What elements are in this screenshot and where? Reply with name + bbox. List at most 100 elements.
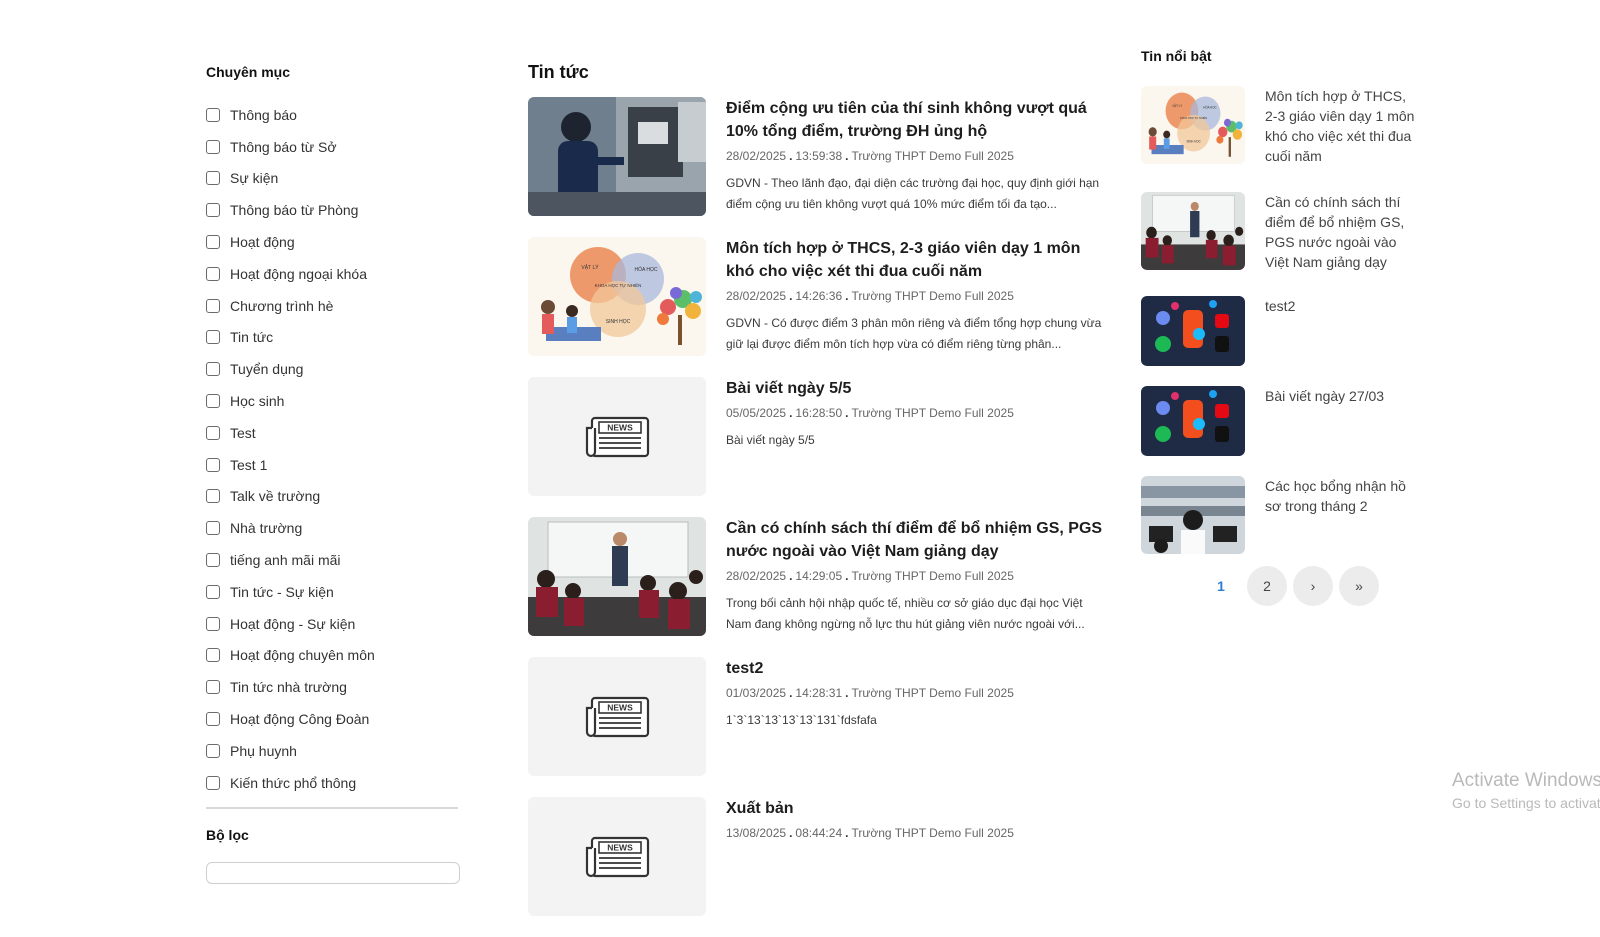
meta-separator: . [789, 569, 793, 583]
category-checkbox[interactable] [206, 425, 220, 440]
filter-input[interactable] [206, 861, 460, 884]
category-checkbox[interactable] [206, 489, 220, 504]
category-item[interactable]: Thông báo [206, 99, 460, 131]
category-item[interactable]: Talk về trường [206, 481, 460, 513]
category-item[interactable]: Tin tức nhà trường [206, 671, 460, 703]
category-item[interactable]: Thông báo từ Sở [206, 131, 460, 163]
category-checkbox[interactable] [206, 203, 220, 218]
news-title[interactable]: Xuất bản [726, 797, 1108, 820]
featured-title[interactable]: test2 [1265, 296, 1421, 366]
featured-thumbnail[interactable] [1141, 192, 1245, 270]
news-thumbnail-placeholder[interactable]: NEWS [528, 657, 706, 776]
category-checkbox[interactable] [206, 107, 220, 122]
category-label: Hoạt động - Sự kiện [230, 615, 356, 632]
category-item[interactable]: Tin tức [206, 322, 460, 354]
category-item[interactable]: Hoạt động ngoại khóa [206, 258, 460, 290]
category-checkbox[interactable] [206, 743, 220, 758]
category-checkbox[interactable] [206, 298, 220, 313]
meta-separator: . [789, 686, 793, 700]
news-item[interactable]: NEWS Bài viết ngày 5/5 05/05/2025. 16:28:50… [528, 377, 1108, 517]
newspaper-icon: NEWS [585, 836, 650, 877]
news-title[interactable]: Cần có chính sách thí điểm để bổ nhiệm G… [726, 517, 1108, 563]
news-title[interactable]: Bài viết ngày 5/5 [726, 377, 1108, 400]
news-item[interactable]: VẬT LÝ HÓA HỌC KHOA HỌC TỰ NHIÊN SINH HỌC Mô… [528, 237, 1108, 377]
category-checkbox[interactable] [206, 171, 220, 186]
featured-item[interactable]: VẬT LÝ HÓA HỌC KHOA HỌC TỰ NHIÊN SINH HỌC Mô… [1141, 86, 1431, 166]
category-item[interactable]: Hoạt động Công Đoàn [206, 703, 460, 735]
category-item[interactable]: Học sinh [206, 385, 460, 417]
category-item[interactable]: Hoạt động - Sự kiện [206, 608, 460, 640]
category-checkbox[interactable] [206, 394, 220, 409]
category-checkbox[interactable] [206, 616, 220, 631]
category-checkbox[interactable] [206, 235, 220, 250]
featured-title[interactable]: Cần có chính sách thí điểm để bổ nhiệm G… [1265, 192, 1421, 272]
category-checkbox[interactable] [206, 139, 220, 154]
page-2-button[interactable]: 2 [1247, 566, 1287, 606]
news-description: GDVN - Theo lãnh đạo, đại diện các trườn… [726, 176, 1100, 211]
news-title[interactable]: Điểm cộng ưu tiên của thí sinh không vượ… [726, 97, 1108, 143]
category-checkbox[interactable] [206, 648, 220, 663]
featured-thumbnail[interactable] [1141, 296, 1245, 366]
featured-item[interactable]: Bài viết ngày 27/03 [1141, 386, 1431, 456]
last-page-button[interactable]: » [1339, 566, 1379, 606]
next-page-button[interactable]: › [1293, 566, 1333, 606]
featured-title[interactable]: Bài viết ngày 27/03 [1265, 386, 1421, 456]
featured-title[interactable]: Các học bổng nhận hồ sơ trong tháng 2 [1265, 476, 1421, 554]
news-body: Điểm cộng ưu tiên của thí sinh không vượ… [726, 97, 1108, 237]
news-title[interactable]: Môn tích hợp ở THCS, 2-3 giáo viên dạy 1… [726, 237, 1108, 283]
featured-thumbnail[interactable]: VẬT LÝ HÓA HỌC KHOA HỌC TỰ NHIÊN SINH HỌC [1141, 86, 1245, 164]
featured-thumbnail[interactable] [1141, 476, 1245, 554]
category-item[interactable]: Tuyển dụng [206, 353, 460, 385]
category-checkbox[interactable] [206, 553, 220, 568]
category-item[interactable]: Test [206, 417, 460, 449]
venn-diagram-image: VẬT LÝ HÓA HỌC KHOA HỌC TỰ NHIÊN SINH HỌC [1141, 86, 1245, 164]
news-description: Trong bối cảnh hội nhập quốc tế, nhiều c… [726, 596, 1085, 631]
watermark-line1: Activate Windows [1452, 770, 1600, 791]
category-item[interactable]: Kiến thức phổ thông [206, 767, 460, 799]
news-item[interactable]: Cần có chính sách thí điểm để bổ nhiệm G… [528, 517, 1108, 657]
page-1-button[interactable]: 1 [1201, 566, 1241, 606]
meta-separator: . [789, 149, 793, 163]
featured-title[interactable]: Môn tích hợp ở THCS, 2-3 giáo viên dạy 1… [1265, 86, 1421, 166]
pagination: 1 2 › » [1201, 566, 1431, 606]
category-item[interactable]: Chương trình hè [206, 290, 460, 322]
featured-item[interactable]: Cần có chính sách thí điểm để bổ nhiệm G… [1141, 192, 1431, 272]
category-item[interactable]: Test 1 [206, 449, 460, 481]
featured-thumbnail[interactable] [1141, 386, 1245, 456]
category-checkbox[interactable] [206, 457, 220, 472]
category-checkbox[interactable] [206, 680, 220, 695]
featured-item[interactable]: test2 [1141, 296, 1431, 366]
category-item[interactable]: Hoạt động chuyên môn [206, 640, 460, 672]
news-source: Trường THPT Demo Full 2025 [851, 149, 1014, 163]
news-date: 28/02/2025 [726, 149, 787, 163]
category-item[interactable]: Thông báo từ Phòng [206, 194, 460, 226]
news-item[interactable]: NEWS test2 01/03/2025. 14:28:31. Trường THPT… [528, 657, 1108, 797]
news-title[interactable]: test2 [726, 657, 1108, 680]
featured-item[interactable]: Các học bổng nhận hồ sơ trong tháng 2 [1141, 476, 1431, 554]
news-thumbnail-placeholder[interactable]: NEWS [528, 377, 706, 496]
category-item[interactable]: Nhà trường [206, 512, 460, 544]
category-item[interactable]: tiếng anh mãi mãi [206, 544, 460, 576]
news-source: Trường THPT Demo Full 2025 [851, 289, 1014, 303]
news-item[interactable]: Điểm cộng ưu tiên của thí sinh không vượ… [528, 97, 1108, 237]
news-thumbnail-placeholder[interactable]: NEWS [528, 797, 706, 916]
news-thumbnail[interactable] [528, 97, 706, 216]
category-item[interactable]: Tin tức - Sự kiện [206, 576, 460, 608]
category-checkbox[interactable] [206, 584, 220, 599]
category-checkbox[interactable] [206, 266, 220, 281]
category-item[interactable]: Hoạt động [206, 226, 460, 258]
category-checkbox[interactable] [206, 521, 220, 536]
news-thumbnail[interactable] [528, 517, 706, 636]
category-label: Kiến thức phổ thông [230, 774, 357, 791]
category-item[interactable]: Sự kiện [206, 163, 460, 195]
category-item[interactable]: Phụ huynh [206, 735, 460, 767]
news-thumbnail[interactable]: VẬT LÝ HÓA HỌC KHOA HỌC TỰ NHIÊN SINH HỌC [528, 237, 706, 356]
category-label: Hoạt động [230, 234, 295, 251]
news-item[interactable]: NEWS Xuất bản 13/08/2025. 08:44:24. Trường T… [528, 797, 1108, 937]
watermark-line2: Go to Settings to activate Windows. [1452, 795, 1600, 811]
category-checkbox[interactable] [206, 712, 220, 727]
category-checkbox[interactable] [206, 362, 220, 377]
category-checkbox[interactable] [206, 775, 220, 790]
category-checkbox[interactable] [206, 330, 220, 345]
filter-heading: Bộ lọc [206, 826, 249, 843]
